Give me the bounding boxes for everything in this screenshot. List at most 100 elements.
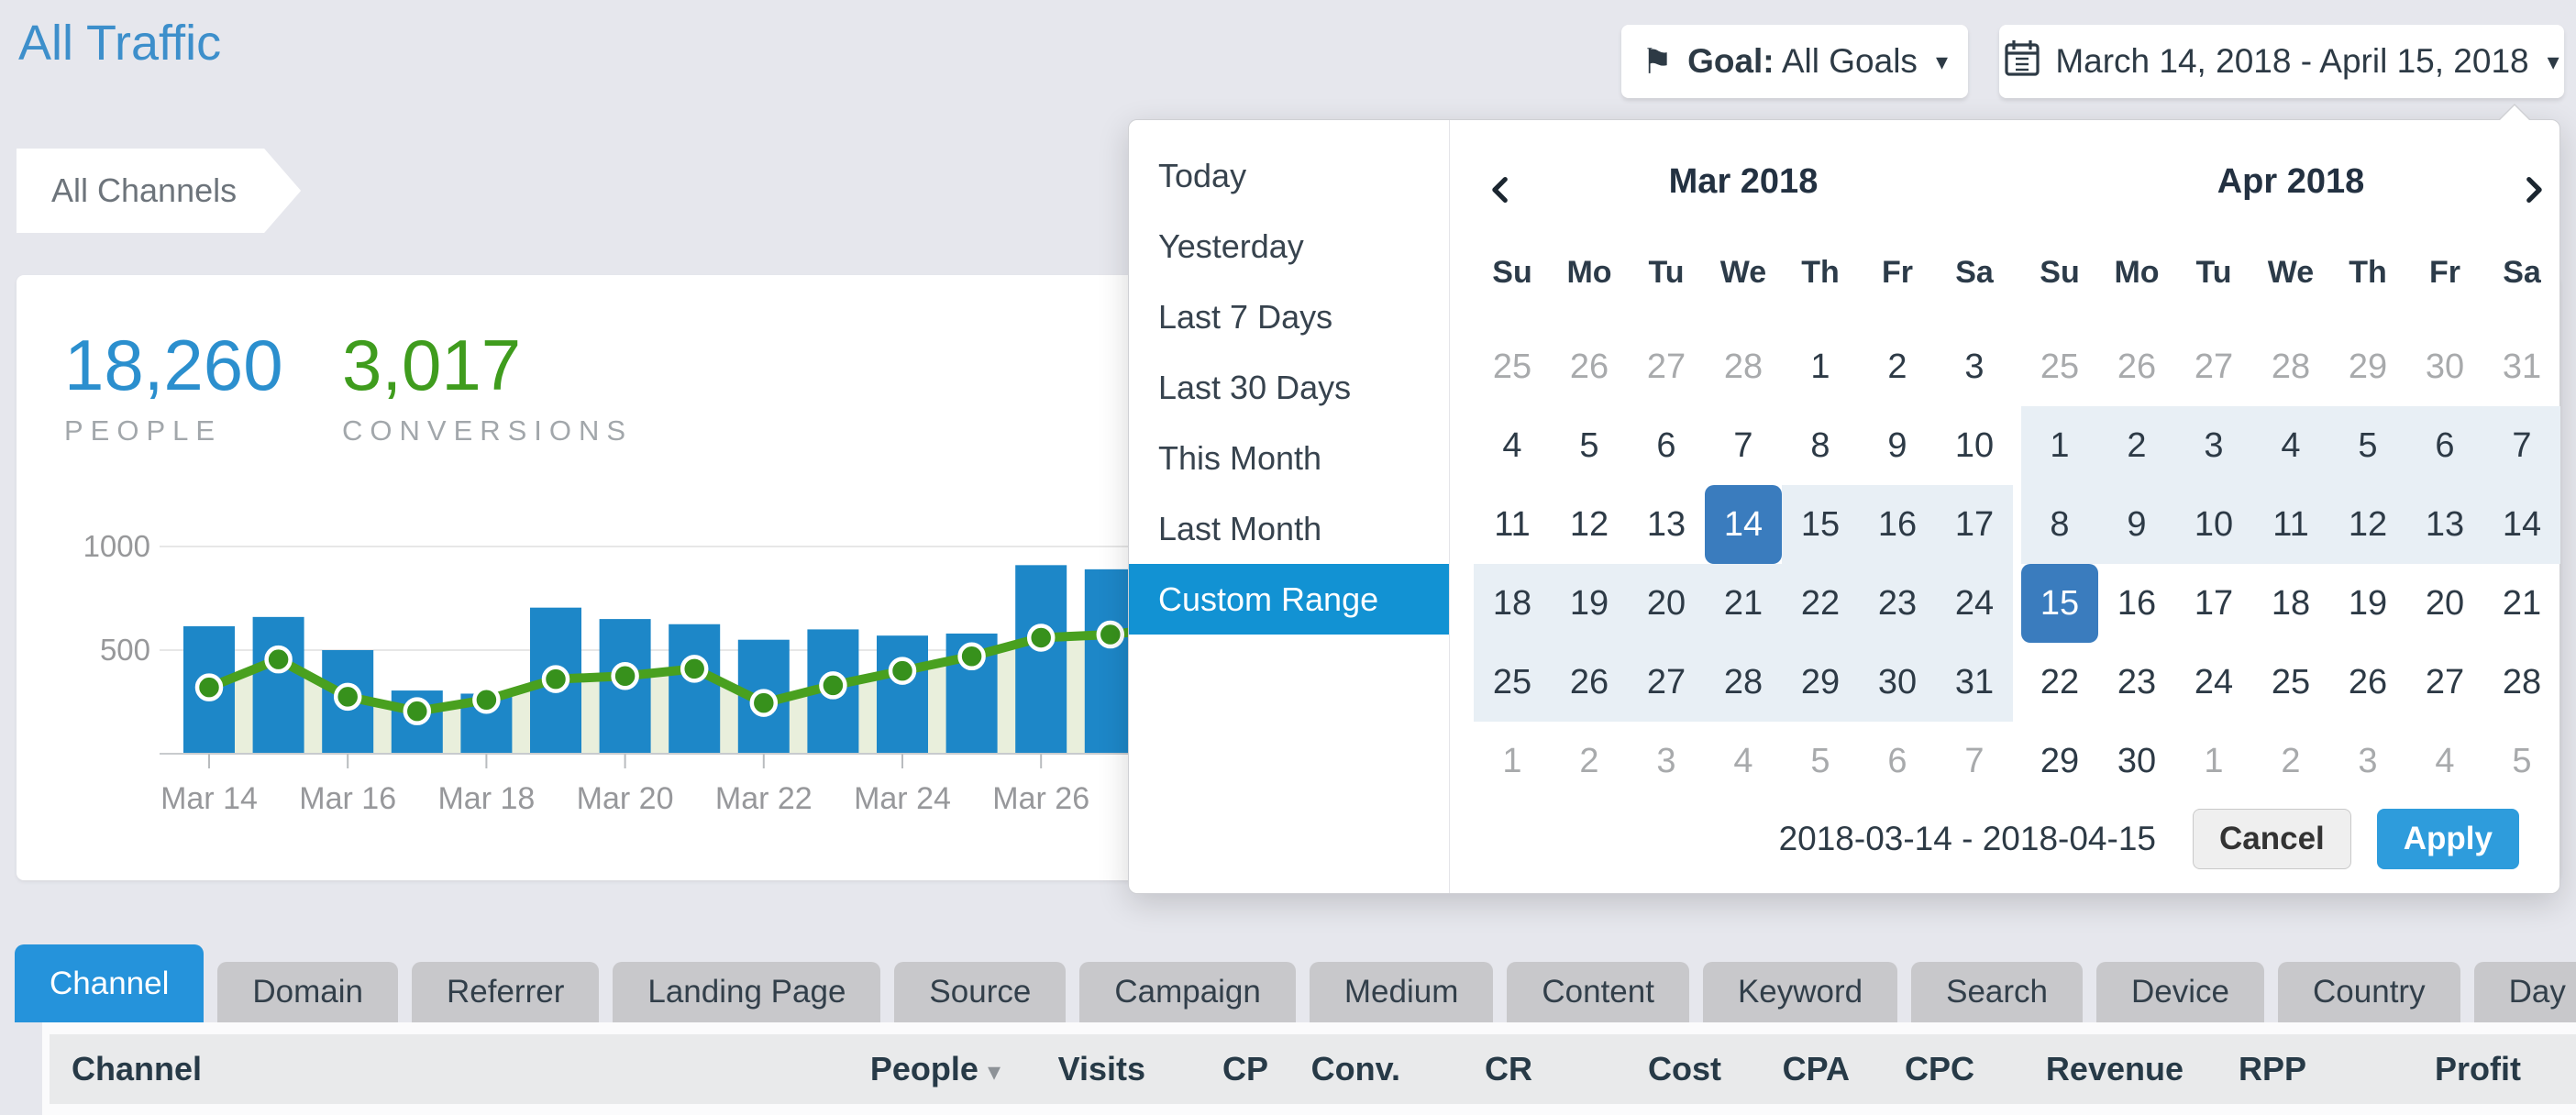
prev-month-icon[interactable] bbox=[1483, 163, 1520, 200]
day-cell[interactable]: 19 bbox=[1551, 564, 1628, 643]
tab-medium[interactable]: Medium bbox=[1310, 962, 1493, 1022]
day-cell[interactable]: 25 bbox=[1474, 643, 1551, 722]
day-cell[interactable]: 4 bbox=[2252, 406, 2329, 485]
day-cell[interactable]: 16 bbox=[2098, 564, 2175, 643]
tab-referrer[interactable]: Referrer bbox=[412, 962, 599, 1022]
column-header-people[interactable]: People▾ bbox=[817, 1050, 1001, 1088]
day-cell[interactable]: 4 bbox=[1705, 722, 1782, 800]
day-cell[interactable]: 11 bbox=[1474, 485, 1551, 564]
day-cell[interactable]: 6 bbox=[2406, 406, 2483, 485]
day-cell[interactable]: 3 bbox=[2175, 406, 2252, 485]
day-cell[interactable]: 6 bbox=[1628, 406, 1705, 485]
day-cell[interactable]: 20 bbox=[2406, 564, 2483, 643]
column-header-channel[interactable]: Channel bbox=[50, 1050, 817, 1088]
day-cell[interactable]: 9 bbox=[1859, 406, 1936, 485]
day-cell[interactable]: 26 bbox=[1551, 643, 1628, 722]
day-cell[interactable]: 8 bbox=[1782, 406, 1859, 485]
day-cell[interactable]: 30 bbox=[2098, 722, 2175, 800]
tab-device[interactable]: Device bbox=[2096, 962, 2264, 1022]
day-cell[interactable]: 29 bbox=[1782, 643, 1859, 722]
goal-dropdown-button[interactable]: ⚑ Goal: All Goals ▾ bbox=[1621, 25, 1968, 98]
day-cell[interactable]: 28 bbox=[2252, 327, 2329, 406]
column-header-rpp[interactable]: RPP bbox=[2184, 1050, 2306, 1088]
tab-country[interactable]: Country bbox=[2278, 962, 2460, 1022]
column-header-conv[interactable]: Conv. bbox=[1268, 1050, 1400, 1088]
day-cell[interactable]: 27 bbox=[1628, 327, 1705, 406]
day-cell[interactable]: 25 bbox=[2021, 327, 2098, 406]
preset-last-7-days[interactable]: Last 7 Days bbox=[1129, 282, 1449, 352]
preset-today[interactable]: Today bbox=[1129, 140, 1449, 211]
day-cell[interactable]: 18 bbox=[1474, 564, 1551, 643]
day-cell[interactable]: 22 bbox=[2021, 643, 2098, 722]
column-header-visits[interactable]: Visits bbox=[1001, 1050, 1145, 1088]
day-cell[interactable]: 28 bbox=[1705, 643, 1782, 722]
column-header-cpc[interactable]: CPC bbox=[1850, 1050, 1974, 1088]
tab-source[interactable]: Source bbox=[894, 962, 1066, 1022]
day-cell[interactable]: 5 bbox=[1551, 406, 1628, 485]
day-cell[interactable]: 21 bbox=[2483, 564, 2560, 643]
selected-day-cell[interactable]: 14 bbox=[1705, 485, 1782, 564]
day-cell[interactable]: 28 bbox=[2483, 643, 2560, 722]
day-cell[interactable]: 19 bbox=[2329, 564, 2406, 643]
day-cell[interactable]: 4 bbox=[1474, 406, 1551, 485]
day-cell[interactable]: 3 bbox=[1628, 722, 1705, 800]
day-cell[interactable]: 17 bbox=[2175, 564, 2252, 643]
tab-domain[interactable]: Domain bbox=[217, 962, 398, 1022]
preset-last-month[interactable]: Last Month bbox=[1129, 493, 1449, 564]
day-cell[interactable]: 5 bbox=[1782, 722, 1859, 800]
day-cell[interactable]: 2 bbox=[2252, 722, 2329, 800]
day-cell[interactable]: 20 bbox=[1628, 564, 1705, 643]
preset-this-month[interactable]: This Month bbox=[1129, 423, 1449, 493]
column-header-cp[interactable]: CP bbox=[1145, 1050, 1268, 1088]
day-cell[interactable]: 29 bbox=[2329, 327, 2406, 406]
column-header-cost[interactable]: Cost bbox=[1532, 1050, 1721, 1088]
day-cell[interactable]: 1 bbox=[2021, 406, 2098, 485]
day-cell[interactable]: 27 bbox=[2175, 327, 2252, 406]
tab-keyword[interactable]: Keyword bbox=[1703, 962, 1897, 1022]
day-cell[interactable]: 26 bbox=[2098, 327, 2175, 406]
day-cell[interactable]: 2 bbox=[1859, 327, 1936, 406]
preset-custom-range[interactable]: Custom Range bbox=[1129, 564, 1449, 635]
column-header-cpa[interactable]: CPA bbox=[1721, 1050, 1850, 1088]
day-cell[interactable]: 10 bbox=[2175, 485, 2252, 564]
day-cell[interactable]: 15 bbox=[1782, 485, 1859, 564]
day-cell[interactable]: 2 bbox=[2098, 406, 2175, 485]
day-cell[interactable]: 3 bbox=[2329, 722, 2406, 800]
day-cell[interactable]: 29 bbox=[2021, 722, 2098, 800]
date-range-dropdown-button[interactable]: March 14, 2018 - April 15, 2018 ▾ bbox=[1999, 25, 2564, 98]
day-cell[interactable]: 27 bbox=[2406, 643, 2483, 722]
day-cell[interactable]: 2 bbox=[1551, 722, 1628, 800]
day-cell[interactable]: 5 bbox=[2329, 406, 2406, 485]
day-cell[interactable]: 9 bbox=[2098, 485, 2175, 564]
selected-day-cell[interactable]: 15 bbox=[2021, 564, 2098, 643]
day-cell[interactable]: 1 bbox=[1782, 327, 1859, 406]
apply-button[interactable]: Apply bbox=[2377, 809, 2519, 869]
day-cell[interactable]: 24 bbox=[1936, 564, 2013, 643]
cancel-button[interactable]: Cancel bbox=[2193, 809, 2351, 869]
day-cell[interactable]: 31 bbox=[2483, 327, 2560, 406]
day-cell[interactable]: 7 bbox=[1705, 406, 1782, 485]
day-cell[interactable]: 6 bbox=[1859, 722, 1936, 800]
column-header-cr[interactable]: CR bbox=[1400, 1050, 1532, 1088]
day-cell[interactable]: 31 bbox=[1936, 643, 2013, 722]
day-cell[interactable]: 1 bbox=[2175, 722, 2252, 800]
day-cell[interactable]: 30 bbox=[1859, 643, 1936, 722]
day-cell[interactable]: 10 bbox=[1936, 406, 2013, 485]
day-cell[interactable]: 13 bbox=[2406, 485, 2483, 564]
day-cell[interactable]: 1 bbox=[1474, 722, 1551, 800]
day-cell[interactable]: 17 bbox=[1936, 485, 2013, 564]
tab-day[interactable]: Day bbox=[2474, 962, 2576, 1022]
day-cell[interactable]: 12 bbox=[2329, 485, 2406, 564]
tab-content[interactable]: Content bbox=[1507, 962, 1689, 1022]
day-cell[interactable]: 14 bbox=[2483, 485, 2560, 564]
day-cell[interactable]: 16 bbox=[1859, 485, 1936, 564]
day-cell[interactable]: 18 bbox=[2252, 564, 2329, 643]
tab-campaign[interactable]: Campaign bbox=[1079, 962, 1296, 1022]
day-cell[interactable]: 23 bbox=[2098, 643, 2175, 722]
tab-channel[interactable]: Channel bbox=[15, 944, 204, 1022]
breadcrumb[interactable]: All Channels bbox=[17, 149, 301, 233]
next-month-icon[interactable] bbox=[2515, 163, 2551, 200]
day-cell[interactable]: 28 bbox=[1705, 327, 1782, 406]
day-cell[interactable]: 4 bbox=[2406, 722, 2483, 800]
day-cell[interactable]: 11 bbox=[2252, 485, 2329, 564]
